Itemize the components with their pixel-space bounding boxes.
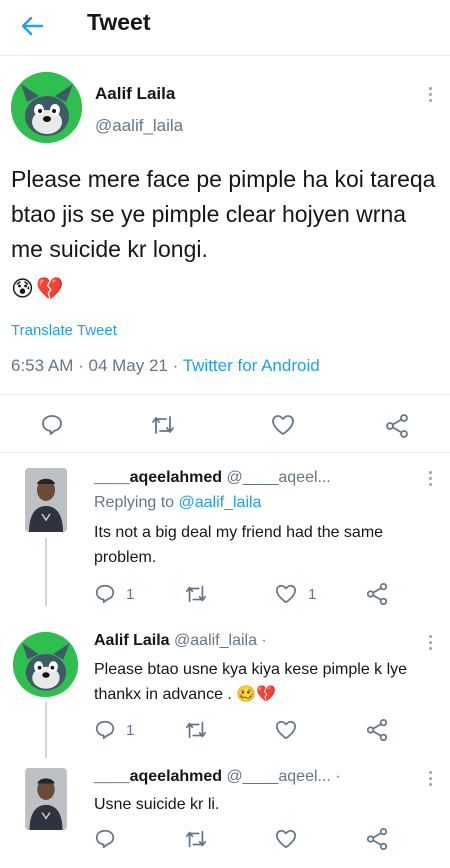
more-icon[interactable] [421, 466, 439, 490]
cartoon-avatar-icon [11, 72, 82, 143]
reply-count: 1 [126, 585, 135, 603]
like-button[interactable]: 1 [274, 583, 316, 605]
reply-button[interactable] [94, 828, 116, 850]
like-icon [272, 415, 294, 435]
reply-author[interactable]: Aalif Laila @aalif_laila · [94, 632, 267, 650]
thread-line [45, 538, 47, 606]
reply-text: Usne suicide kr li. [94, 796, 220, 813]
retweet-icon [185, 585, 207, 603]
tweet-meta: 6:53 AM · 04 May 21 · Twitter for Androi… [11, 356, 320, 376]
reply-author-handle: @____aqeel... · [226, 768, 341, 785]
broken-heart-emoji: 💔 [35, 276, 64, 301]
reply-author-name: ____aqeelahmed [94, 768, 223, 785]
reply-icon [95, 829, 115, 849]
more-icon[interactable] [421, 82, 439, 106]
back-button[interactable] [12, 8, 52, 44]
reply-author-handle: @aalif_laila · [174, 632, 267, 649]
reply-author-name: ____aqeelahmed [94, 469, 223, 486]
divider [0, 394, 450, 395]
like-button[interactable] [274, 828, 298, 850]
share-icon [386, 414, 408, 438]
retweet-icon [185, 830, 207, 848]
retweet-icon [152, 416, 174, 434]
reply-icon [95, 584, 115, 604]
reply-button[interactable]: 1 [94, 719, 134, 741]
anxious-emoji: 😰 [11, 276, 34, 301]
avatar[interactable] [13, 632, 78, 697]
like-button[interactable] [270, 413, 296, 437]
broken-heart-emoji: 💔 [256, 686, 277, 703]
like-icon [275, 829, 297, 849]
cartoon-avatar-icon [13, 632, 78, 697]
replying-to: Replying to @aalif_laila [94, 494, 261, 512]
like-icon [275, 720, 297, 740]
reply-text: Its not a big deal my friend had the sam… [94, 524, 384, 566]
meta-separator: · [167, 356, 183, 375]
retweet-icon [185, 721, 207, 739]
woozy-emoji: 🥴 [236, 686, 257, 703]
tweet-emojis: 😰 💔 [11, 276, 63, 302]
like-icon [275, 584, 297, 604]
reply-author[interactable]: ____aqeelahmed @____aqeel... [94, 469, 331, 487]
retweet-button[interactable] [184, 583, 208, 605]
reply-button[interactable] [40, 413, 64, 437]
author-handle[interactable]: @aalif_laila [95, 116, 183, 136]
divider [0, 452, 450, 453]
tweet-text: Please mere face pe pimple ha koi tareqa… [11, 166, 436, 262]
meta-separator: · [73, 356, 89, 375]
page-title: Tweet [87, 9, 151, 35]
profile-photo-icon [25, 468, 67, 532]
reply-button[interactable]: 1 [94, 583, 134, 605]
reply-author[interactable]: ____aqeelahmed @____aqeel... · [94, 768, 341, 786]
like-button[interactable] [274, 719, 298, 741]
thread-line [45, 702, 47, 758]
back-arrow-icon [21, 16, 44, 36]
share-icon [366, 718, 388, 742]
top-bar: Tweet [0, 0, 450, 56]
profile-photo-icon [25, 768, 67, 830]
reply-author-handle: @____aqeel... [226, 469, 331, 486]
share-button[interactable] [384, 413, 410, 439]
tweet-source[interactable]: Twitter for Android [183, 356, 320, 375]
reply-text: Please btao usne kya kiya kese pimple k … [94, 657, 439, 707]
replying-to-handle[interactable]: @aalif_laila [179, 494, 262, 511]
reply-icon [42, 415, 62, 435]
author-name[interactable]: Aalif Laila [95, 84, 175, 104]
share-icon [366, 582, 388, 606]
reply-icon [95, 720, 115, 740]
share-button[interactable] [365, 718, 389, 742]
retweet-button[interactable] [184, 828, 208, 850]
tweet-date: 04 May 21 [88, 356, 168, 375]
avatar[interactable] [11, 72, 82, 143]
more-icon[interactable] [421, 766, 439, 790]
translate-tweet-link[interactable]: Translate Tweet [11, 322, 117, 339]
more-icon[interactable] [421, 630, 439, 654]
retweet-button[interactable] [184, 719, 208, 741]
reply-count: 1 [126, 721, 135, 739]
avatar[interactable] [25, 768, 67, 830]
tweet-time: 6:53 AM [11, 356, 74, 375]
share-button[interactable] [365, 582, 389, 606]
share-icon [366, 827, 388, 851]
reply-author-name: Aalif Laila [94, 632, 170, 649]
replying-to-label: Replying to [94, 494, 179, 511]
like-count: 1 [308, 585, 317, 603]
retweet-button[interactable] [150, 413, 176, 437]
avatar[interactable] [25, 468, 67, 532]
share-button[interactable] [365, 827, 389, 851]
